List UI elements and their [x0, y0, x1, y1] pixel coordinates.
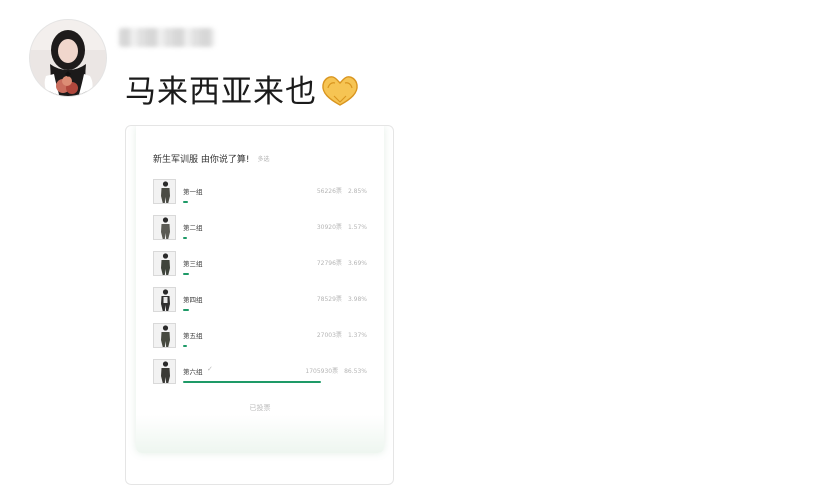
option-thumbnail	[153, 179, 176, 204]
option-bar-fill	[183, 345, 187, 347]
next-post-preview[interactable]: <	[150, 481, 370, 484]
post-message-text: 马来西亚来也	[125, 74, 317, 110]
option-bar-fill	[183, 273, 189, 275]
option-label: 第五组	[183, 332, 203, 340]
option-stats: 72796票 3.69%	[317, 258, 367, 267]
option-bar	[183, 201, 342, 203]
option-thumbnail	[153, 287, 176, 312]
option-stats: 56226票 2.85%	[317, 186, 367, 195]
poll-option[interactable]: 第五组 27003票 1.37%	[153, 323, 367, 353]
poll-type: 多选	[257, 155, 270, 163]
option-thumbnail	[153, 323, 176, 348]
option-label: 第二组	[183, 224, 203, 232]
option-stats: 78529票 3.98%	[317, 294, 367, 303]
poll-option[interactable]: 第四组 78529票 3.98%	[153, 287, 367, 317]
poll-option[interactable]: 第二组 30920票 1.57%	[153, 215, 367, 245]
option-votes: 27003票	[316, 332, 342, 339]
option-bar	[183, 309, 342, 311]
back-arrow-icon: <	[150, 483, 158, 484]
author-name[interactable]	[119, 28, 215, 47]
option-bar	[183, 237, 342, 239]
poll-screenshot[interactable]: 新生军训服 由你说了算! 多选 第一组 56226票 2.85% 第二组 309…	[125, 125, 394, 485]
option-percent: 86.53%	[344, 368, 367, 375]
poll-status: 已投票	[249, 404, 271, 412]
option-percent: 2.85%	[347, 188, 367, 195]
option-percent: 3.69%	[347, 260, 367, 267]
poll-option[interactable]: 第一组 56226票 2.85%	[153, 179, 367, 209]
option-votes: 72796票	[316, 260, 342, 267]
option-stats: 1705930票 86.53%	[305, 366, 367, 375]
option-stats: 27003票 1.37%	[317, 330, 367, 339]
option-thumbnail	[153, 359, 176, 384]
heart-hands-icon	[320, 74, 360, 110]
option-percent: 1.57%	[347, 224, 367, 231]
post-page: 马来西亚来也 新生军训服 由你说了算! 多选 第一组 56226票 2.85% …	[0, 0, 826, 494]
poll-option[interactable]: 第三组 72796票 3.69%	[153, 251, 367, 281]
option-percent: 1.37%	[347, 332, 367, 339]
post-message: 马来西亚来也	[125, 70, 360, 114]
voted-check-icon: ✓	[207, 365, 213, 373]
poll-title: 新生军训服 由你说了算!	[153, 154, 250, 165]
option-votes: 78529票	[316, 296, 342, 303]
option-votes: 56226票	[316, 188, 342, 195]
option-bar	[183, 381, 342, 383]
option-bar-fill	[183, 381, 321, 383]
option-label: 第一组	[183, 188, 203, 196]
option-votes: 30920票	[316, 224, 342, 231]
option-bar	[183, 345, 342, 347]
option-percent: 3.98%	[347, 296, 367, 303]
option-bar-fill	[183, 201, 188, 203]
option-thumbnail	[153, 215, 176, 240]
option-bar-fill	[183, 309, 190, 311]
poll-option[interactable]: 第六组 ✓ 1705930票 86.53%	[153, 359, 367, 389]
avatar[interactable]	[29, 19, 107, 97]
option-stats: 30920票 1.57%	[317, 222, 367, 231]
option-bar-fill	[183, 237, 187, 239]
poll-header: 新生军训服 由你说了算! 多选	[153, 152, 270, 165]
option-votes: 1705930票	[305, 368, 339, 375]
option-label: 第四组	[183, 296, 203, 304]
option-bar	[183, 273, 342, 275]
option-label: 第六组	[183, 368, 203, 376]
poll-card: 新生军训服 由你说了算! 多选 第一组 56226票 2.85% 第二组 309…	[136, 126, 384, 453]
option-thumbnail	[153, 251, 176, 276]
option-label: 第三组	[183, 260, 203, 268]
